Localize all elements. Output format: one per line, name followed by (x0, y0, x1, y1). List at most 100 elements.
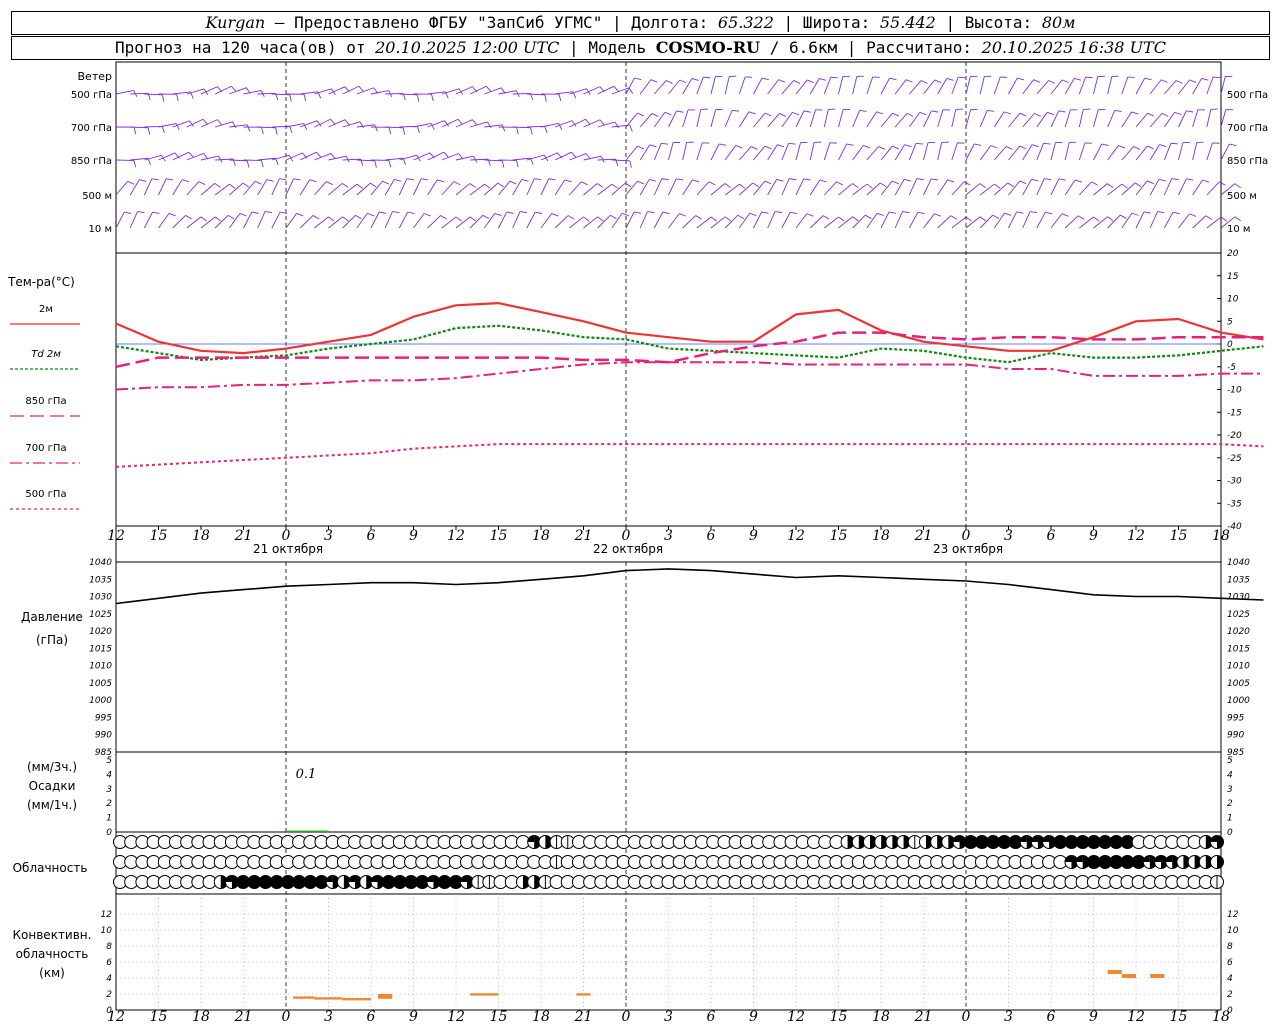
wind-barb (597, 214, 611, 229)
wind-barb (384, 179, 395, 196)
wind-barb-feather (852, 183, 859, 188)
wind-barb-feather (1062, 79, 1069, 84)
conv-y-tick: 10 (1227, 926, 1239, 936)
wind-barb (1163, 211, 1174, 229)
wind-barb-feather (1074, 179, 1082, 183)
wind-barb (1079, 181, 1092, 196)
wind-barb (1064, 109, 1071, 128)
x-tick-label: 12 (447, 1009, 465, 1024)
wind-barb (328, 155, 347, 161)
wind-barb-feather (779, 113, 786, 117)
convective-bar (293, 996, 315, 999)
wind-barb-feather (1170, 142, 1178, 145)
wind-barb (186, 181, 200, 196)
wind-barb (569, 216, 584, 229)
wind-barb (314, 216, 329, 229)
wind-barb-feather (863, 145, 871, 149)
conv-y-tick: 8 (106, 942, 112, 952)
wind-barb (1220, 76, 1226, 95)
wind-barb (767, 211, 776, 229)
pressure-y-tick: 1015 (1227, 644, 1250, 654)
wind-barb (1135, 78, 1146, 95)
conv-y-tick: 6 (1227, 958, 1233, 968)
x-tick-label: 6 (707, 1009, 716, 1024)
x-tick-label: 18 (532, 1009, 550, 1024)
wind-barb-feather (482, 214, 490, 220)
wind-barb (993, 146, 1007, 161)
wind-barb (1135, 211, 1145, 229)
wind-barb-feather (1074, 78, 1082, 81)
wind-barb (852, 214, 866, 229)
wind-barb (795, 142, 801, 161)
wind-barb-feather (637, 180, 645, 185)
wind-barb (937, 109, 944, 128)
wind-barb-feather (309, 179, 317, 183)
wind-barb-feather (516, 160, 519, 168)
wind-barb (1107, 145, 1119, 161)
wind-barb-feather (1058, 178, 1066, 181)
wind-barb-feather (737, 214, 745, 220)
wind-barb-feather (239, 213, 247, 217)
wind-barb (781, 112, 793, 128)
wind-barb (413, 178, 422, 196)
pressure-y-tick: 1005 (89, 679, 112, 689)
wind-barb (1050, 178, 1060, 196)
wind-barb (285, 152, 303, 161)
x-tick-label: 18 (872, 1009, 890, 1024)
pressure-y-tick: 1020 (89, 627, 112, 637)
wind-barb (1036, 211, 1046, 229)
wind-title: Ветер (78, 70, 112, 83)
wind-barb-feather (764, 180, 772, 185)
wind-barb (483, 213, 496, 229)
conv-y-tick: 2 (1227, 990, 1233, 1000)
wind-barb-feather (739, 183, 746, 189)
wind-barb (753, 211, 763, 229)
wind-barb (965, 143, 975, 161)
wind-barb-feather (610, 214, 617, 220)
wind-barb (215, 121, 233, 128)
wind-barb (710, 183, 726, 196)
wind-barb (852, 145, 864, 161)
wind-barb-feather (370, 182, 377, 188)
wind-barb-feather (571, 151, 577, 158)
wind-barb-feather (242, 182, 249, 188)
x-tick-label: 3 (324, 528, 333, 544)
wind-barb (1107, 214, 1121, 229)
convective-bar (1107, 970, 1122, 974)
wind-barb-feather (764, 112, 772, 117)
wind-barb-feather (637, 112, 645, 117)
wind-barb-feather (599, 119, 605, 126)
wind-barb-feather (819, 78, 827, 81)
x-tick-label: 15 (830, 1009, 848, 1024)
temp-y-tick: -15 (1227, 408, 1242, 418)
wind-barb-feather (889, 211, 897, 214)
x-tick-label: 21 (574, 528, 593, 544)
wind-barb (894, 79, 907, 95)
wind-barb-feather (581, 181, 588, 186)
wind-barb (1050, 110, 1060, 128)
pressure-y-tick: 1015 (89, 644, 112, 654)
cloud-title: Облачность (13, 861, 88, 875)
wind-barb (313, 181, 327, 196)
wind-barb-feather (777, 144, 785, 148)
x-tick-label: 9 (409, 1009, 418, 1024)
wind-barb (1163, 143, 1172, 161)
wind-barb (540, 152, 558, 161)
wind-barb-feather (1017, 77, 1025, 81)
wind-barb-feather (992, 214, 1000, 219)
wind-barb (569, 153, 587, 161)
wind-barb (908, 112, 921, 128)
wind-barb (739, 182, 754, 196)
wind-barb (1107, 76, 1113, 95)
wind-barb-feather (792, 111, 800, 116)
wind-barb-feather (634, 77, 642, 81)
conv-y-tick: 12 (101, 910, 113, 920)
precip-bar (286, 830, 329, 832)
conv-y-tick: 6 (106, 958, 112, 968)
wind-barb (200, 86, 218, 95)
wind-barb (469, 214, 484, 229)
wind-barb-feather (931, 178, 939, 181)
wind-barb-feather (152, 211, 160, 214)
x-tick-label: 9 (1089, 1009, 1098, 1024)
wind-barb (611, 182, 626, 196)
